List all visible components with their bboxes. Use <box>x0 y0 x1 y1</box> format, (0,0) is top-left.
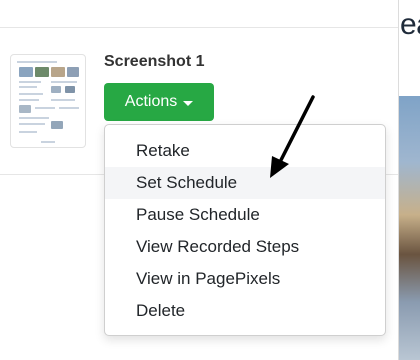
background-page-photo <box>399 96 420 360</box>
thumbnail-line <box>19 99 39 101</box>
menu-item-set-schedule[interactable]: Set Schedule <box>105 167 385 199</box>
thumbnail-line <box>59 107 79 109</box>
thumbnail-line <box>19 131 37 133</box>
thumbnail-line <box>19 93 43 95</box>
menu-item-delete[interactable]: Delete <box>105 295 385 327</box>
card-top-border <box>0 27 398 28</box>
thumbnail-image <box>51 121 63 129</box>
thumbnail-image <box>19 105 31 113</box>
thumbnail-image <box>51 86 61 93</box>
screenshot-title: Screenshot 1 <box>104 53 205 70</box>
thumbnail-line <box>35 107 55 109</box>
chevron-down-icon <box>183 100 194 106</box>
arrow-pointer-icon <box>270 95 315 178</box>
menu-item-view-in-pagepixels[interactable]: View in PagePixels <box>105 263 385 295</box>
thumbnail-image <box>65 86 75 93</box>
thumbnail-line <box>51 81 77 83</box>
thumbnail-image <box>19 67 33 77</box>
menu-item-pause-schedule[interactable]: Pause Schedule <box>105 199 385 231</box>
thumbnail-line <box>17 61 57 63</box>
thumbnail-line <box>19 117 49 119</box>
thumbnail-line <box>19 81 41 83</box>
thumbnail-line <box>19 123 45 125</box>
thumbnail-image <box>35 67 49 77</box>
thumbnail-image <box>51 67 65 77</box>
screenshot-thumbnail[interactable] <box>10 54 86 148</box>
actions-button-label: Actions <box>124 93 178 110</box>
actions-dropdown-menu: Retake Set Schedule Pause Schedule View … <box>104 124 386 336</box>
thumbnail-line <box>41 141 55 143</box>
menu-item-retake[interactable]: Retake <box>105 135 385 167</box>
background-page-heading: ea <box>400 8 420 41</box>
background-page: ea <box>398 0 420 360</box>
menu-item-view-recorded-steps[interactable]: View Recorded Steps <box>105 231 385 263</box>
actions-dropdown-button[interactable]: Actions <box>104 83 214 121</box>
thumbnail-image <box>67 67 79 77</box>
thumbnail-line <box>51 99 75 101</box>
thumbnail-line <box>19 86 37 88</box>
